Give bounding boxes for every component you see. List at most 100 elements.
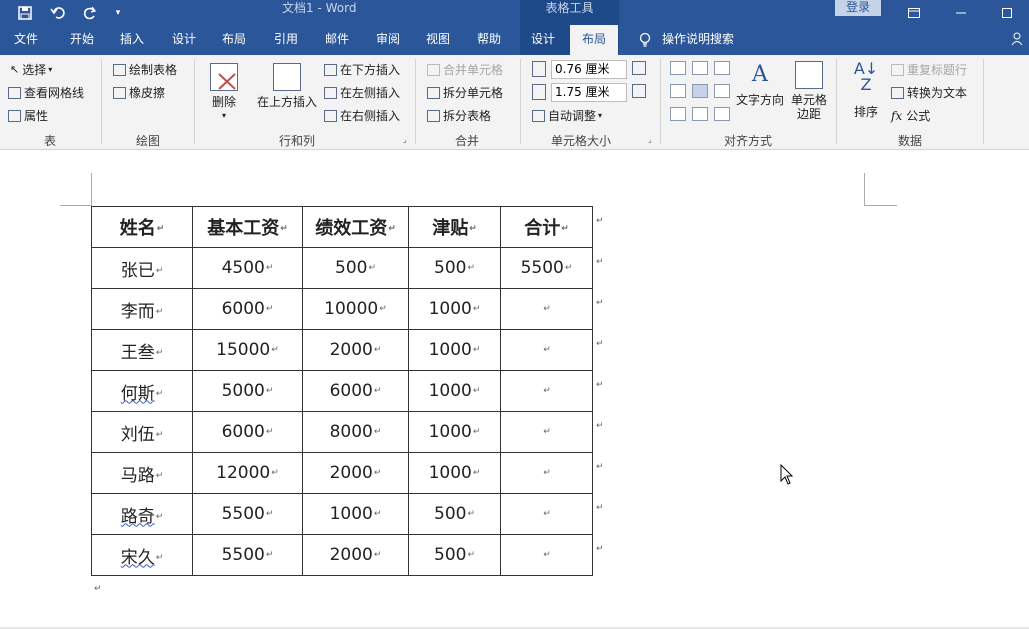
table-cell[interactable]: 路奇↵ xyxy=(91,493,193,535)
insert-below-button[interactable]: 在下方插入 xyxy=(324,61,400,78)
tab-insert[interactable]: 插入 xyxy=(110,25,154,55)
distribute-rows-icon[interactable] xyxy=(632,61,649,75)
table-cell[interactable]: 12000↵ xyxy=(192,452,303,494)
align-middle-left-icon[interactable] xyxy=(670,84,686,98)
repeat-header-button[interactable]: 重复标题行 xyxy=(891,61,967,78)
table-cell[interactable]: 刘伍↵ xyxy=(91,411,193,453)
select-button[interactable]: ↖ 选择 ▾ xyxy=(10,61,52,78)
table-cell[interactable]: 10000↵ xyxy=(302,288,409,330)
table-cell[interactable]: 500↵ xyxy=(408,493,501,535)
document-area[interactable]: 姓名↵ 基本工资↵ 绩效工资↵ 津贴↵ 合计↵ 张已↵ 4500↵ 500↵ 500↵ 5500↵… xyxy=(0,150,1029,629)
table-cell[interactable]: 500↵ xyxy=(408,534,501,576)
table-header-cell[interactable]: 绩效工资↵ xyxy=(302,206,409,248)
align-middle-center-icon[interactable] xyxy=(692,84,708,98)
row-height-input[interactable]: 0.76 厘米 xyxy=(551,60,627,79)
cell-margins-button[interactable]: 单元格 边距 xyxy=(790,61,828,121)
table-cell[interactable]: ↵ xyxy=(500,452,593,494)
table-cell[interactable]: 张已↵ xyxy=(91,247,193,289)
table-header-cell[interactable]: 姓名↵ xyxy=(91,206,193,248)
insert-left-button[interactable]: 在左侧插入 xyxy=(324,84,400,101)
table-cell[interactable]: 李而↵ xyxy=(91,288,193,330)
tab-home[interactable]: 开始 xyxy=(58,25,106,55)
properties-button[interactable]: 属性 xyxy=(8,107,48,124)
insert-above-button[interactable]: 在上方插入 xyxy=(255,63,319,109)
table-cell[interactable]: 1000↵ xyxy=(408,288,501,330)
table-cell[interactable]: ↵ xyxy=(500,370,593,412)
text-direction-button[interactable]: A 文字方向 xyxy=(735,61,785,107)
cell-size-launcher-icon[interactable]: ⌟ xyxy=(648,135,652,144)
table-cell[interactable]: ↵ xyxy=(500,493,593,535)
align-middle-right-icon[interactable] xyxy=(714,84,730,98)
insert-right-button[interactable]: 在右侧插入 xyxy=(324,107,400,124)
table-cell[interactable]: 1000↵ xyxy=(408,411,501,453)
salary-table[interactable]: 姓名↵ 基本工资↵ 绩效工资↵ 津贴↵ 合计↵ 张已↵ 4500↵ 500↵ 500↵ 5500↵… xyxy=(91,206,593,576)
tab-references[interactable]: 引用 xyxy=(264,25,308,55)
table-cell[interactable]: 5000↵ xyxy=(192,370,303,412)
table-header-cell[interactable]: 津贴↵ xyxy=(408,206,501,248)
table-cell[interactable]: 1000↵ xyxy=(408,329,501,371)
table-cell[interactable]: 5500↵ xyxy=(500,247,593,289)
merge-cells-button[interactable]: 合并单元格 xyxy=(427,61,503,78)
tab-mailings[interactable]: 邮件 xyxy=(315,25,359,55)
align-top-right-icon[interactable] xyxy=(714,61,730,75)
table-cell[interactable]: 6000↵ xyxy=(192,411,303,453)
table-cell[interactable]: 1000↵ xyxy=(302,493,409,535)
table-cell[interactable]: ↵ xyxy=(500,288,593,330)
redo-icon[interactable] xyxy=(80,0,100,25)
maximize-icon[interactable] xyxy=(998,0,1016,25)
table-cell[interactable]: 宋久↵ xyxy=(91,534,193,576)
table-cell[interactable]: 王叁↵ xyxy=(91,329,193,371)
dialog-launcher-icon[interactable]: ⌟ xyxy=(403,135,407,144)
table-cell[interactable]: 6000↵ xyxy=(192,288,303,330)
eraser-button[interactable]: 橡皮擦 xyxy=(113,84,165,101)
table-cell[interactable]: 500↵ xyxy=(408,247,501,289)
tab-design[interactable]: 设计 xyxy=(162,25,206,55)
tab-file[interactable]: 文件 xyxy=(4,25,48,55)
table-cell[interactable]: 500↵ xyxy=(302,247,409,289)
share-icon[interactable] xyxy=(1006,25,1029,55)
table-cell[interactable]: 马路↵ xyxy=(91,452,193,494)
table-cell[interactable]: 15000↵ xyxy=(192,329,303,371)
minimize-icon[interactable] xyxy=(952,0,970,25)
table-cell[interactable]: 2000↵ xyxy=(302,329,409,371)
tell-me-search[interactable]: 操作说明搜索 xyxy=(658,25,738,55)
align-top-center-icon[interactable] xyxy=(692,61,708,75)
table-cell[interactable]: 6000↵ xyxy=(302,370,409,412)
table-cell[interactable]: 4500↵ xyxy=(192,247,303,289)
save-icon[interactable] xyxy=(14,0,36,25)
table-cell[interactable]: 5500↵ xyxy=(192,493,303,535)
view-gridlines-button[interactable]: 查看网格线 xyxy=(8,84,84,101)
split-table-button[interactable]: 拆分表格 xyxy=(427,107,491,124)
table-cell[interactable]: ↵ xyxy=(500,411,593,453)
table-cell[interactable]: ↵ xyxy=(500,534,593,576)
table-cell[interactable]: 2000↵ xyxy=(302,534,409,576)
split-cells-button[interactable]: 拆分单元格 xyxy=(427,84,503,101)
sort-button[interactable]: A↓ Z 排序 xyxy=(850,61,882,120)
draw-table-button[interactable]: 绘制表格 xyxy=(113,61,177,78)
table-cell[interactable]: 2000↵ xyxy=(302,452,409,494)
table-cell[interactable]: 5500↵ xyxy=(192,534,303,576)
table-header-cell[interactable]: 基本工资↵ xyxy=(192,206,303,248)
align-top-left-icon[interactable] xyxy=(670,61,686,75)
table-cell[interactable]: 何斯↵ xyxy=(91,370,193,412)
align-bottom-left-icon[interactable] xyxy=(670,107,686,121)
tab-layout[interactable]: 布局 xyxy=(212,25,256,55)
table-cell[interactable]: 1000↵ xyxy=(408,452,501,494)
customize-icon[interactable]: ▾ xyxy=(110,0,126,25)
align-bottom-right-icon[interactable] xyxy=(714,107,730,121)
convert-to-text-button[interactable]: 转换为文本 xyxy=(891,84,967,101)
formula-button[interactable]: fx 公式 xyxy=(891,107,930,124)
tab-review[interactable]: 审阅 xyxy=(366,25,410,55)
delete-button[interactable]: 删除 ▾ xyxy=(205,63,243,123)
tab-help[interactable]: 帮助 xyxy=(467,25,511,55)
table-cell[interactable]: 1000↵ xyxy=(408,370,501,412)
table-header-cell[interactable]: 合计↵ xyxy=(500,206,593,248)
table-cell[interactable]: 8000↵ xyxy=(302,411,409,453)
ribbon-display-icon[interactable] xyxy=(905,0,923,25)
tab-table-layout[interactable]: 布局 xyxy=(570,25,618,55)
tab-table-design[interactable]: 设计 xyxy=(520,25,566,55)
distribute-columns-icon[interactable] xyxy=(632,84,649,98)
autofit-button[interactable]: 自动调整 ▾ xyxy=(532,107,602,124)
undo-icon[interactable] xyxy=(45,0,73,25)
table-cell[interactable]: ↵ xyxy=(500,329,593,371)
